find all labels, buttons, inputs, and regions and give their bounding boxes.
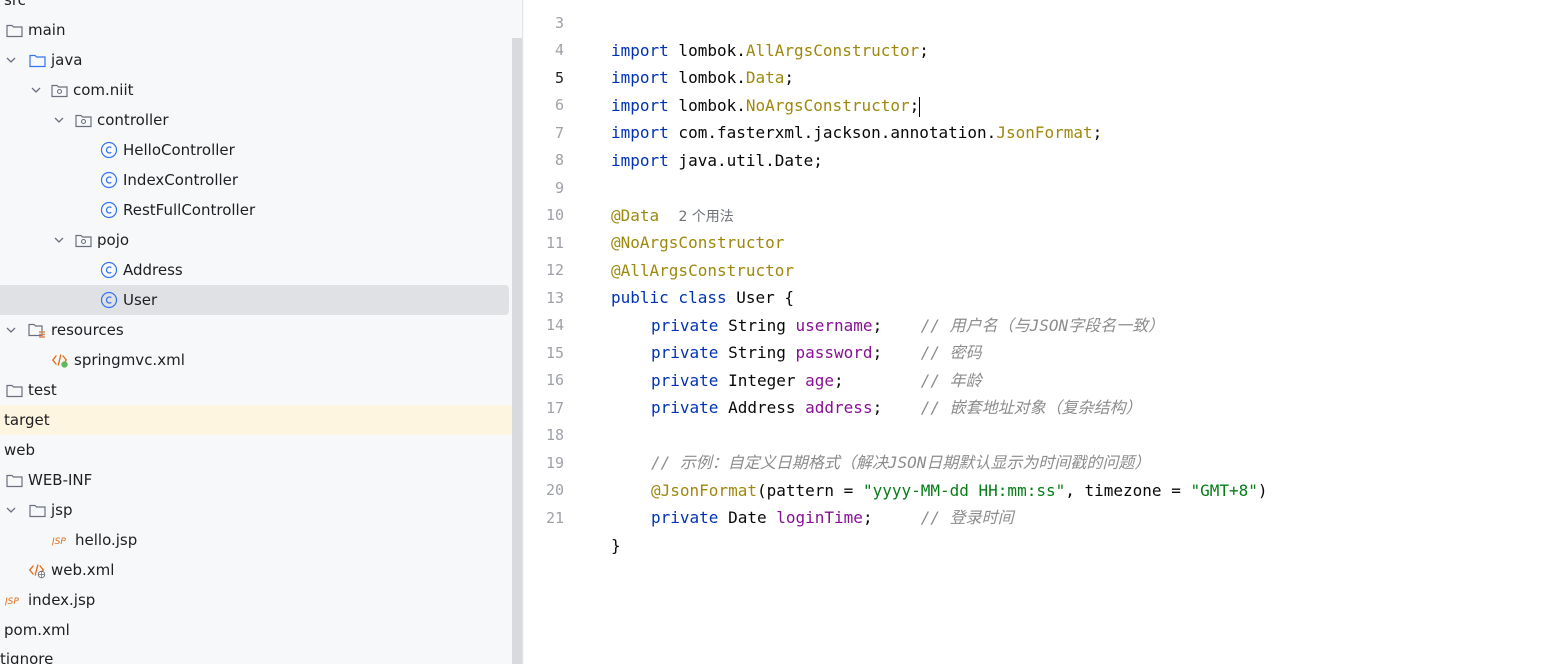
code-line-13: 13 private String username; // 用户名（与JSON…	[524, 257, 1558, 336]
tree-item-label: resources	[51, 321, 124, 339]
tree-item-label: web.xml	[51, 561, 115, 579]
tree-item-label: controller	[97, 111, 169, 129]
code-line-17: 17	[524, 367, 1558, 417]
tree-item-label: RestFullController	[123, 201, 256, 219]
tree-item-index-jsp[interactable]: JSP index.jsp	[0, 585, 510, 615]
chevron-down-icon[interactable]	[53, 114, 65, 126]
tree-item-label: User	[123, 291, 158, 309]
tree-item-label: jsp	[51, 501, 73, 519]
class-icon	[100, 201, 118, 219]
svg-text:JSP: JSP	[52, 537, 66, 547]
class-icon	[100, 171, 118, 189]
code-line-4: 4 import lombok.Data;	[524, 9, 1558, 88]
tree-item-hello-controller[interactable]: HelloController	[0, 135, 510, 165]
code-line-7: 7 import java.util.Date;	[524, 92, 1558, 171]
code-line-9: 9 @Data 2 个用法	[524, 147, 1558, 226]
resources-folder-icon	[28, 321, 46, 339]
folder-icon	[5, 381, 23, 399]
tree-item-label: HelloController	[123, 141, 235, 159]
tree-item-user[interactable]: User	[0, 285, 509, 315]
code-line-19: 19 @JsonFormat(pattern = "yyyy-MM-dd HH:…	[524, 422, 1558, 501]
code-content: private Date loginTime; // 登录时间	[651, 508, 1014, 527]
code-line-10: 10 @NoArgsConstructor	[524, 174, 1558, 253]
folder-icon	[5, 471, 23, 489]
project-tree: src main java com.niit controller HelloC…	[0, 0, 524, 664]
panel-divider[interactable]	[522, 0, 523, 664]
tree-item-label: web	[4, 441, 36, 459]
code-line-21: 21 }	[524, 477, 1558, 556]
code-editor[interactable]: 3 import lombok.AllArgsConstructor; 4 im…	[524, 0, 1558, 664]
code-line-20: 20 private Date loginTime; // 登录时间	[524, 449, 1558, 528]
tree-item-resources[interactable]: resources	[0, 315, 510, 345]
tree-item-pom-xml[interactable]: pom.xml	[0, 615, 510, 645]
chevron-down-icon[interactable]	[5, 54, 17, 66]
chevron-down-icon[interactable]	[5, 504, 17, 516]
package-icon	[50, 81, 68, 99]
line-number: 21	[545, 508, 564, 527]
tree-item-label: java	[51, 51, 83, 69]
tree-item-label: pom.xml	[4, 621, 70, 639]
tree-item-java[interactable]: java	[0, 45, 510, 75]
tree-item-test[interactable]: test	[0, 375, 510, 405]
jsp-icon: JSP	[5, 591, 23, 609]
code-line-12: 12 public class User {	[524, 229, 1558, 308]
tree-item-pojo[interactable]: pojo	[0, 225, 510, 255]
tree-item-label: hello.jsp	[75, 531, 138, 549]
jsp-icon: JSP	[52, 531, 70, 549]
tree-item-label: springmvc.xml	[74, 351, 185, 369]
class-icon	[100, 291, 118, 309]
tree-item-label: tignore	[0, 650, 54, 664]
tree-item-gitignore[interactable]: tignore	[0, 644, 510, 664]
code-line-5: 5 import lombok.NoArgsConstructor;	[524, 37, 1558, 117]
svg-text:JSP: JSP	[5, 597, 19, 607]
tree-item-hello-jsp[interactable]: JSP hello.jsp	[0, 525, 510, 555]
tree-item-springmvc-xml[interactable]: springmvc.xml	[0, 345, 510, 375]
tree-item-web-inf[interactable]: WEB-INF	[0, 465, 510, 495]
code-content: }	[611, 536, 621, 555]
web-xml-icon	[28, 561, 46, 579]
tree-scrollbar[interactable]	[512, 38, 522, 664]
tree-item-index-controller[interactable]: IndexController	[0, 165, 510, 195]
chevron-down-icon[interactable]	[30, 84, 42, 96]
tree-item-label: IndexController	[123, 171, 239, 189]
chevron-down-icon[interactable]	[5, 324, 17, 336]
folder-icon	[5, 21, 23, 39]
tree-item-com-niit[interactable]: com.niit	[0, 75, 510, 105]
code-line-8: 8	[524, 119, 1558, 169]
spring-xml-icon	[51, 351, 69, 369]
tree-item-label: src	[4, 0, 26, 9]
tree-item-web-xml[interactable]: web.xml	[0, 555, 510, 585]
tree-item-label: target	[4, 411, 50, 429]
tree-item-src[interactable]: src	[0, 0, 510, 15]
tree-item-label: Address	[123, 261, 183, 279]
tree-item-label: com.niit	[73, 81, 134, 99]
code-line-11: 11 @AllArgsConstructor	[524, 202, 1558, 281]
tree-item-main[interactable]: main	[0, 15, 510, 45]
tree-item-controller[interactable]: controller	[0, 105, 510, 135]
tree-item-label: main	[28, 21, 66, 39]
code-line-16: 16 private Address address; // 嵌套地址对象（复杂…	[524, 339, 1558, 418]
tree-item-label: test	[28, 381, 57, 399]
folder-icon	[28, 501, 46, 519]
tree-item-jsp[interactable]: jsp	[0, 495, 510, 525]
code-line-15: 15 private Integer age; // 年龄	[524, 312, 1558, 391]
package-icon	[74, 231, 92, 249]
chevron-down-icon[interactable]	[53, 234, 65, 246]
code-line-6: 6 import com.fasterxml.jackson.annotatio…	[524, 64, 1558, 143]
tree-item-web[interactable]: web	[0, 435, 510, 465]
tree-item-label: index.jsp	[28, 591, 96, 609]
tree-item-label: pojo	[97, 231, 130, 249]
class-icon	[100, 261, 118, 279]
source-folder-icon	[28, 51, 46, 69]
code-line-18: 18 // 示例：自定义日期格式（解决JSON日期默认显示为时间戳的问题）	[524, 394, 1558, 473]
tree-item-restfull-controller[interactable]: RestFullController	[0, 195, 510, 225]
code-line-14: 14 private String password; // 密码	[524, 284, 1558, 363]
class-icon	[100, 141, 118, 159]
tree-item-label: WEB-INF	[28, 471, 93, 489]
tree-item-target[interactable]: target	[0, 405, 524, 435]
package-icon	[74, 111, 92, 129]
tree-item-address[interactable]: Address	[0, 255, 510, 285]
